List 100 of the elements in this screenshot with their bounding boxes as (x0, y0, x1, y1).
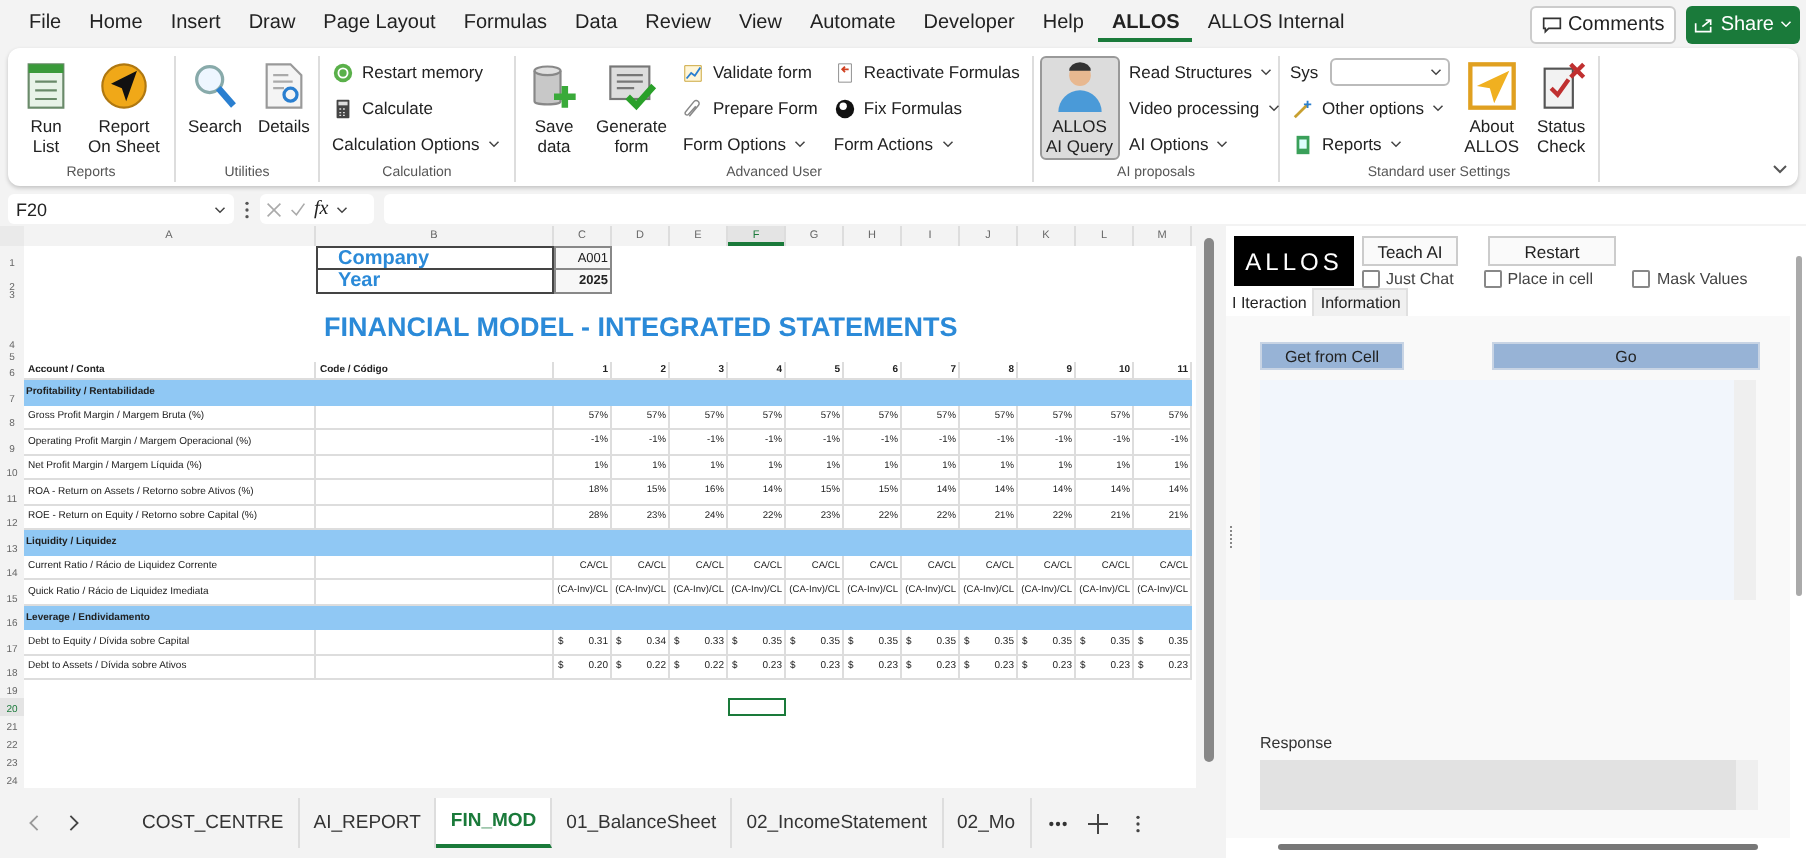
cancel-icon[interactable] (266, 201, 282, 217)
ribbon-tab[interactable]: Insert (157, 6, 234, 42)
previous-icon[interactable] (28, 814, 40, 832)
ribbon-button[interactable]: Details (251, 56, 316, 160)
ribbon-button[interactable]: Read Structures (1127, 56, 1282, 88)
selected-cell[interactable] (728, 698, 786, 716)
chart-pen-icon (682, 61, 705, 83)
recycle-icon (332, 61, 354, 83)
logo: ALLOS (1234, 236, 1354, 286)
caret-icon (1780, 20, 1792, 28)
ribbon-button[interactable]: Reactivate Formulas (831, 56, 1022, 88)
table-cell: Year (316, 268, 554, 294)
ribbon-button[interactable]: Form Options (680, 128, 820, 160)
sys-dropdown[interactable] (1330, 58, 1451, 86)
sheet-tab[interactable]: COST_CENTRE (128, 798, 300, 848)
ribbon-tab[interactable]: Help (1029, 6, 1097, 42)
panel-button[interactable]: Teach AI (1362, 236, 1458, 266)
more-icon[interactable] (244, 199, 250, 219)
caret-icon (1216, 140, 1229, 148)
ribbon-tab[interactable]: Draw (235, 6, 309, 42)
check-icon[interactable] (290, 201, 306, 217)
form-check-icon (605, 60, 658, 112)
horizontal-scrollbar[interactable] (1278, 844, 1758, 850)
comment-icon (1541, 15, 1562, 33)
ribbon-tab[interactable]: Developer (910, 6, 1028, 42)
database-plus-icon (528, 60, 580, 112)
caret-icon (1430, 68, 1443, 76)
ribbon-button[interactable]: Calculation Options (330, 128, 502, 160)
formula-input[interactable] (384, 194, 1806, 224)
ribbon-button[interactable]: Video processing (1127, 92, 1282, 124)
cursor-circle-icon (97, 60, 150, 112)
comments-button[interactable]: Comments (1529, 5, 1677, 43)
ribbon-button[interactable]: Form Actions (831, 128, 1022, 160)
ribbon-button[interactable]: Save data (522, 56, 586, 160)
chevron-icon[interactable] (1772, 164, 1788, 174)
name-box[interactable]: F20 (8, 194, 234, 224)
next-icon[interactable] (68, 814, 80, 832)
sheet-tab[interactable]: FIN_MOD (436, 798, 553, 848)
vertical-scrollbar[interactable] (1196, 226, 1220, 788)
panel-tab[interactable]: Information (1312, 288, 1409, 316)
table-cell: Company (316, 246, 554, 270)
ribbon-button[interactable]: Restart memory (330, 56, 502, 88)
caret-icon (1267, 104, 1280, 112)
checkbox[interactable]: Just Chat (1362, 270, 1454, 288)
ribbon-button[interactable]: Calculate (330, 92, 502, 124)
ribbon-button[interactable]: Reports (1290, 128, 1451, 160)
ribbon-button[interactable]: Report On Sheet (82, 56, 166, 160)
response-label: Response (1260, 734, 1335, 752)
caret-icon (793, 140, 806, 148)
ball-icon (833, 97, 856, 119)
ribbon-tab[interactable]: Data (562, 6, 631, 42)
sheet-tab[interactable]: 02_Mo (943, 798, 1032, 848)
ribbon-button[interactable]: ALLOS AI Query (1040, 56, 1120, 160)
ribbon-tab[interactable]: View (725, 6, 795, 42)
get-from-cell-button[interactable]: Get from Cell (1260, 342, 1404, 370)
insert-function-button[interactable]: fx (314, 198, 329, 220)
vertical-scrollbar[interactable] (1796, 256, 1802, 596)
person-icon (1053, 60, 1106, 112)
caret-icon (1432, 104, 1445, 112)
caret-icon (214, 205, 226, 213)
share-icon (1694, 15, 1715, 33)
calculator-icon (332, 97, 354, 119)
sheet-tab[interactable]: 02_IncomeStatement (732, 798, 943, 848)
paperclip-icon (682, 97, 705, 119)
caret-icon (1259, 68, 1272, 76)
ribbon-tab[interactable]: Home (76, 6, 156, 42)
book-icon (1292, 133, 1314, 155)
share-button[interactable]: Share (1686, 5, 1800, 43)
caret-icon (487, 140, 500, 148)
add-icon[interactable] (1087, 813, 1108, 833)
sheet-title: FINANCIAL MODEL - INTEGRATED STATEMENTS (322, 310, 960, 346)
ribbon-button[interactable]: Validate form (680, 56, 820, 88)
ribbon-button[interactable]: Fix Formulas (831, 92, 1022, 124)
ribbon-button[interactable]: Prepare Form (680, 92, 820, 124)
ribbon-tab[interactable]: File (16, 6, 75, 42)
ribbon-button[interactable]: Search (182, 56, 248, 160)
grip-icon[interactable] (1228, 526, 1234, 550)
ribbon-tab[interactable]: Automate (796, 6, 909, 42)
paper-plane-icon (1465, 60, 1518, 112)
sheet-tab[interactable]: 01_BalanceSheet (552, 798, 733, 848)
caret-icon (1389, 140, 1402, 148)
ribbon-button[interactable]: Generate form (590, 56, 673, 160)
ribbon-tab[interactable]: ALLOS (1098, 6, 1193, 42)
panel-button[interactable]: Restart (1488, 236, 1616, 266)
ribbon-tab[interactable]: Page Layout (310, 6, 449, 42)
ribbon-tab[interactable]: Review (632, 6, 724, 42)
wand-icon (1292, 97, 1314, 119)
caret-icon (336, 205, 349, 213)
caret-icon (941, 140, 953, 148)
ribbon-button[interactable]: Other options (1290, 92, 1451, 124)
ribbon-button[interactable]: About ALLOS (1458, 56, 1526, 160)
go-button[interactable]: Go (1492, 342, 1760, 370)
checkbox[interactable]: Mask Values (1632, 270, 1748, 288)
ribbon-button[interactable]: Status Check (1529, 56, 1594, 160)
ribbon-tab[interactable]: ALLOS Internal (1194, 6, 1358, 42)
checkbox[interactable]: Place in cell (1483, 270, 1593, 288)
ribbon-button[interactable]: AI Options (1127, 128, 1282, 160)
ribbon-button[interactable]: Run List (14, 56, 78, 160)
sys-label: Sys (1290, 62, 1319, 82)
ribbon-tab[interactable]: Formulas (450, 6, 561, 42)
